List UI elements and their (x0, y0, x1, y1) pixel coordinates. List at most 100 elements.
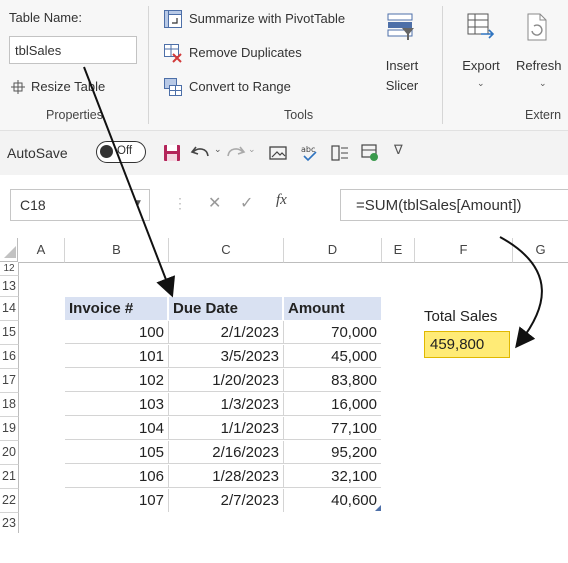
column-header-a[interactable]: A (18, 238, 65, 263)
table-cell-amount[interactable]: 77,100 (284, 417, 381, 440)
undo-icon[interactable] (190, 143, 212, 163)
insert-slicer-button[interactable]: Insert Slicer (372, 8, 432, 100)
refresh-label: Refresh (516, 58, 562, 73)
row-header-20[interactable]: 20 (0, 441, 19, 465)
formula-input[interactable]: =SUM(tblSales[Amount]) (340, 189, 568, 221)
tools-group-label: Tools (284, 108, 314, 122)
formula-text: =SUM(tblSales[Amount]) (356, 197, 522, 214)
insert-function-icon[interactable]: fx (276, 192, 287, 209)
table-cell-invoice[interactable]: 104 (65, 417, 169, 440)
refresh-icon (527, 13, 547, 41)
external-group-label: Extern (525, 108, 562, 122)
share-workbook-icon[interactable] (360, 143, 380, 163)
total-sales-label[interactable]: Total Sales (424, 308, 497, 325)
column-header-e[interactable]: E (382, 238, 415, 263)
table-cell-due-date[interactable]: 2/16/2023 (169, 441, 284, 464)
column-header-b[interactable]: B (65, 238, 169, 263)
export-button[interactable]: Export ⌄ (452, 8, 510, 100)
table-cell-invoice[interactable]: 100 (65, 321, 169, 344)
customize-qat-icon[interactable]: ∇ (394, 142, 403, 158)
table-cell-invoice[interactable]: 105 (65, 441, 169, 464)
drag-handle-icon[interactable]: ⋮ (173, 195, 187, 212)
table-cell-invoice[interactable]: 102 (65, 369, 169, 392)
table-cell-due-date[interactable]: 2/7/2023 (169, 489, 284, 512)
remove-duplicates-label: Remove Duplicates (189, 45, 302, 60)
table-cell-amount[interactable]: 83,800 (284, 369, 381, 392)
table-name-input[interactable]: tblSales (9, 36, 137, 64)
row-header-21[interactable]: 21 (0, 465, 19, 489)
row-header-12[interactable]: 12 (0, 263, 19, 276)
formula-bar: C18 ▼ ⋮ ✕ ✓ fx =SUM(tblSales[Amount]) (0, 175, 568, 237)
refresh-button[interactable]: Refresh ⌄ (512, 8, 568, 100)
chevron-down-icon: ⌄ (539, 78, 547, 88)
row-header-23[interactable]: 23 (0, 513, 19, 533)
column-header-c[interactable]: C (169, 238, 284, 263)
table-cell-invoice[interactable]: 103 (65, 393, 169, 416)
select-all-corner[interactable] (0, 238, 18, 262)
table-cell-due-date[interactable]: 3/5/2023 (169, 345, 284, 368)
table-name-value: tblSales (15, 43, 62, 58)
resize-table-label: Resize Table (31, 79, 106, 94)
table-header-amount[interactable]: Amount (284, 297, 381, 320)
screenshot-icon[interactable] (268, 143, 288, 163)
table-cell-due-date[interactable]: 1/28/2023 (169, 465, 284, 488)
table-cell-amount[interactable]: 40,600 (284, 489, 381, 512)
save-icon[interactable] (162, 143, 182, 163)
redo-icon[interactable] (224, 143, 246, 163)
table-cell-amount[interactable]: 95,200 (284, 441, 381, 464)
insert-slicer-line1: Insert (385, 58, 419, 73)
column-header-g[interactable]: G (513, 238, 568, 263)
chevron-down-icon[interactable]: ⌄ (248, 144, 256, 155)
ribbon: Table Name: tblSales Resize Table Proper… (0, 0, 568, 130)
spelling-icon[interactable]: abc (300, 143, 320, 163)
row-header-17[interactable]: 17 (0, 369, 19, 393)
remove-duplicates-icon (164, 44, 182, 63)
toggle-state: Off (117, 145, 133, 157)
quick-access-toolbar: AutoSave Off ⌄ ⌄ abc ∇ (0, 130, 568, 176)
total-sales-value[interactable]: 459,800 (424, 331, 510, 358)
row-header-16[interactable]: 16 (0, 345, 19, 369)
toggle-knob (100, 145, 113, 158)
table-cell-due-date[interactable]: 1/1/2023 (169, 417, 284, 440)
pivot-table-icon (164, 10, 182, 28)
table-name-label: Table Name: (9, 10, 82, 25)
properties-group-label: Properties (46, 108, 103, 122)
table-header-due-date[interactable]: Due Date (169, 297, 283, 320)
worksheet-grid[interactable]: A B C D E F G 12 13 14 15 16 17 18 19 20… (0, 238, 568, 563)
autosave-toggle[interactable]: Off (96, 141, 146, 163)
svg-text:abc: abc (301, 145, 315, 154)
export-label: Export (462, 58, 500, 73)
sales-table[interactable]: Invoice # Due Date Amount 100 2/1/2023 7… (65, 297, 381, 512)
name-box[interactable]: C18 ▼ (10, 189, 150, 221)
table-resize-handle[interactable] (375, 505, 381, 511)
row-header-14[interactable]: 14 (0, 297, 19, 321)
table-cell-due-date[interactable]: 1/3/2023 (169, 393, 284, 416)
table-cell-invoice[interactable]: 106 (65, 465, 169, 488)
row-header-15[interactable]: 15 (0, 321, 19, 345)
convert-to-range-icon (164, 78, 182, 96)
row-header-18[interactable]: 18 (0, 393, 19, 417)
slicer-icon (387, 13, 414, 40)
table-cell-amount[interactable]: 32,100 (284, 465, 381, 488)
resize-table-icon (11, 80, 25, 94)
enter-icon[interactable]: ✓ (240, 193, 253, 213)
cancel-icon[interactable]: ✕ (208, 193, 221, 213)
table-cell-due-date[interactable]: 2/1/2023 (169, 321, 284, 344)
table-cell-due-date[interactable]: 1/20/2023 (169, 369, 284, 392)
row-header-22[interactable]: 22 (0, 489, 19, 513)
table-cell-amount[interactable]: 16,000 (284, 393, 381, 416)
table-cell-amount[interactable]: 45,000 (284, 345, 381, 368)
name-box-value: C18 (20, 197, 46, 213)
insert-slicer-line2: Slicer (385, 78, 419, 93)
column-header-f[interactable]: F (415, 238, 513, 263)
row-header-19[interactable]: 19 (0, 417, 19, 441)
table-cell-invoice[interactable]: 107 (65, 489, 169, 512)
form-icon[interactable] (330, 143, 350, 163)
row-header-13[interactable]: 13 (0, 276, 19, 297)
summarize-pivot-label: Summarize with PivotTable (189, 11, 346, 26)
chevron-down-icon[interactable]: ⌄ (214, 144, 222, 155)
table-header-invoice[interactable]: Invoice # (65, 297, 168, 320)
table-cell-amount[interactable]: 70,000 (284, 321, 381, 344)
table-cell-invoice[interactable]: 101 (65, 345, 169, 368)
column-header-d[interactable]: D (284, 238, 382, 263)
